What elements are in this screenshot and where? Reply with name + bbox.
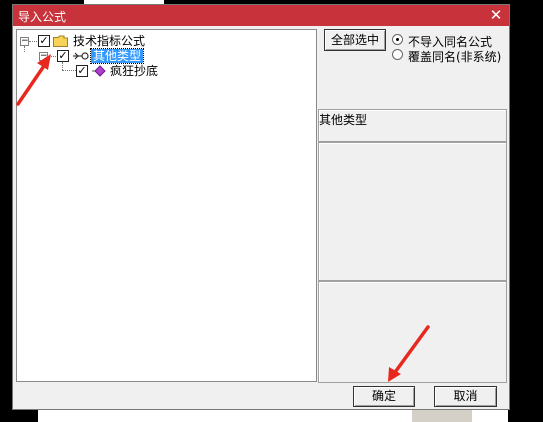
formula-tree[interactable]: − ✓ 技术指标公式 − ✓ 其他类型 ✓ 疯狂抄底 xyxy=(16,29,317,382)
formula-label[interactable]: 疯狂抄底 xyxy=(110,64,158,78)
import-formula-dialog: 导入公式 ✕ − ✓ 技术指标公式 − ✓ 其他类型 ✓ 疯狂抄底 全部选中 不… xyxy=(12,4,510,410)
radio-skip-duplicates-indicator[interactable] xyxy=(392,34,403,45)
formula-group-icon xyxy=(72,50,89,62)
formula-checkbox[interactable]: ✓ xyxy=(76,65,88,77)
category-expander-icon[interactable]: − xyxy=(39,52,48,61)
cancel-button[interactable]: 取消 xyxy=(434,386,497,407)
tree-connector xyxy=(62,70,76,71)
category-name-label: 其他类型 xyxy=(319,113,368,127)
ok-button[interactable]: 确定 xyxy=(353,386,415,407)
close-icon[interactable]: ✕ xyxy=(487,6,505,24)
category-header-box: 其他类型 xyxy=(318,109,507,142)
title-bar[interactable]: 导入公式 ✕ xyxy=(13,5,509,26)
formula-item-icon xyxy=(91,65,107,77)
tree-connector xyxy=(24,46,25,52)
folder-icon xyxy=(53,35,68,47)
radio-overwrite-duplicates-label: 覆盖同名(非系统) xyxy=(408,50,502,64)
tree-connector xyxy=(62,62,63,70)
root-expander-icon[interactable]: − xyxy=(20,37,29,46)
radio-overwrite-duplicates-indicator[interactable] xyxy=(392,49,403,60)
formula-description-box xyxy=(318,281,507,383)
category-description-box xyxy=(318,142,507,281)
category-label[interactable]: 其他类型 xyxy=(89,48,145,64)
category-checkbox[interactable]: ✓ xyxy=(57,50,69,62)
tree-connector xyxy=(48,56,56,57)
select-all-button[interactable]: 全部选中 xyxy=(324,29,386,51)
dialog-title: 导入公式 xyxy=(18,10,67,24)
background-panel-bottom xyxy=(412,410,472,422)
tree-connector xyxy=(29,41,37,42)
root-checkbox[interactable]: ✓ xyxy=(38,35,50,47)
root-label[interactable]: 技术指标公式 xyxy=(73,34,145,48)
